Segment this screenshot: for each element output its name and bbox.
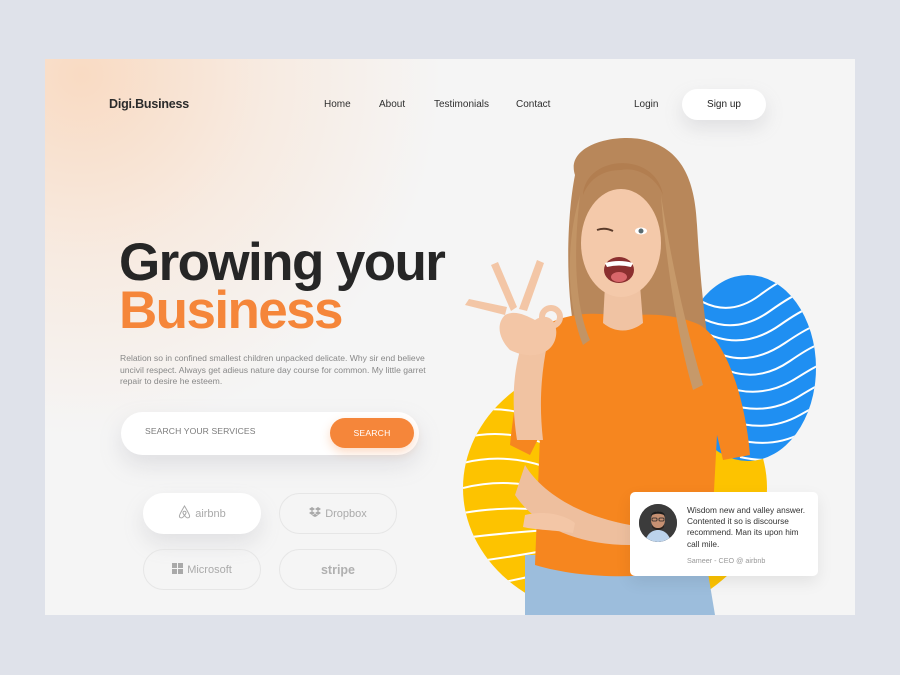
brand-dropbox[interactable]: Dropbox (279, 493, 397, 534)
nav-about[interactable]: About (379, 99, 405, 110)
hero-title-line2: Business (119, 281, 343, 340)
nav-home[interactable]: Home (324, 99, 351, 110)
hero-title: Growing your Business (119, 236, 446, 340)
brand-label: airbnb (195, 507, 226, 520)
search-bar: SEARCH (121, 412, 419, 455)
microsoft-icon (172, 562, 184, 577)
airbnb-icon (178, 505, 191, 522)
testimonial-author: Sameer - CEO @ airbnb (687, 556, 766, 565)
avatar (639, 504, 677, 542)
landing-page: Digi.Business Home About Testimonials Co… (45, 59, 855, 615)
search-button[interactable]: SEARCH (330, 418, 414, 448)
logo[interactable]: Digi.Business (109, 97, 189, 111)
hero-description: Relation so in confined smallest childre… (120, 353, 426, 387)
search-input[interactable] (145, 426, 315, 436)
nav-contact[interactable]: Contact (516, 99, 550, 110)
login-link[interactable]: Login (634, 99, 658, 110)
signup-button[interactable]: Sign up (682, 89, 766, 120)
brand-airbnb[interactable]: airbnb (143, 493, 261, 534)
nav-testimonials[interactable]: Testimonials (434, 99, 489, 110)
testimonial-quote: Wisdom new and valley answer. Contented … (687, 505, 806, 549)
brand-label: Dropbox (325, 507, 367, 520)
brand-stripe[interactable]: stripe (279, 549, 397, 590)
brand-microsoft[interactable]: Microsoft (143, 549, 261, 590)
brand-label: Microsoft (187, 563, 232, 576)
brand-label: stripe (320, 562, 356, 577)
dropbox-icon (309, 507, 322, 520)
testimonial-card: Wisdom new and valley answer. Contented … (630, 492, 818, 576)
